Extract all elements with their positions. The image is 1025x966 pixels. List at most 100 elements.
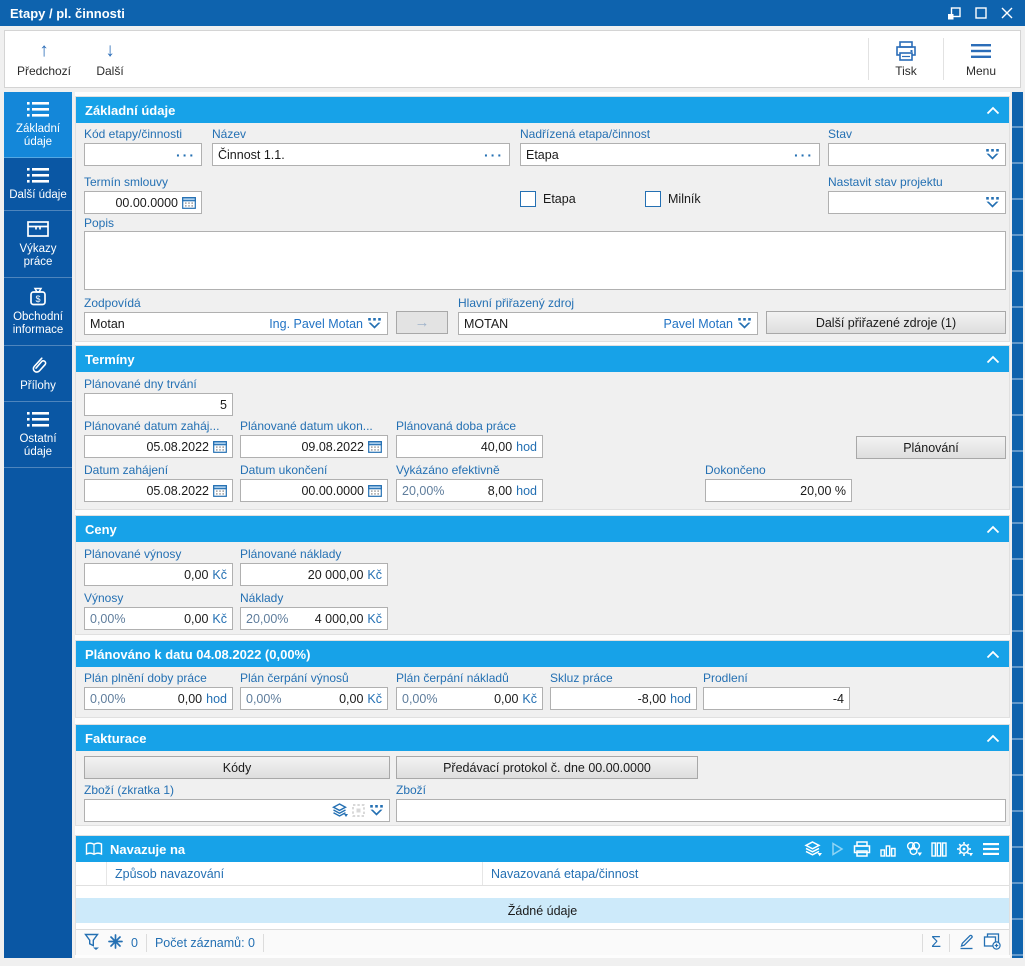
layers-icon[interactable] — [332, 803, 348, 818]
dashed-box-icon — [352, 804, 365, 817]
datum-zahajeni-input[interactable]: 05.08.2022 — [84, 479, 233, 502]
dropdown-icon[interactable] — [985, 196, 1000, 209]
plan-vynosy-input[interactable]: 0,00 Kč — [84, 563, 233, 586]
marked-count: 0 — [131, 935, 138, 950]
kody-button[interactable]: Kódy — [84, 756, 390, 779]
layers-icon[interactable] — [804, 841, 822, 857]
termin-smlouvy-label: Termín smlouvy — [84, 175, 169, 189]
collapse-icon[interactable] — [986, 525, 1000, 534]
dropdown-icon[interactable] — [367, 317, 382, 330]
kod-input[interactable] — [84, 143, 202, 166]
column-zpusob-navazovani[interactable]: Způsob navazování — [107, 862, 483, 885]
calendar-icon[interactable] — [213, 440, 227, 453]
copy-to-resource-button[interactable] — [396, 311, 448, 334]
book-icon — [85, 842, 103, 856]
columns-icon[interactable] — [931, 841, 947, 857]
main-content: Základní údaje Termíny Ceny Plánováno k … — [75, 92, 1010, 958]
collapse-icon[interactable] — [986, 355, 1000, 364]
close-icon[interactable] — [1001, 7, 1013, 19]
vynosy-field: 0,00% 0,00 Kč — [84, 607, 233, 630]
nazev-input[interactable]: Činnost 1.1. — [212, 143, 510, 166]
sidebar-item-ostatni-udaje[interactable]: Ostatní údaje — [4, 402, 72, 468]
stav-dropdown[interactable] — [828, 143, 1006, 166]
gear-icon[interactable] — [956, 841, 973, 857]
nastavit-stav-dropdown[interactable] — [828, 191, 1006, 214]
filter-icon[interactable] — [84, 933, 100, 953]
datum-ukonceni-input[interactable]: 00.00.0000 — [240, 479, 388, 502]
dokonceno-input[interactable]: 20,00 % — [705, 479, 852, 502]
popis-textarea[interactable] — [84, 231, 1006, 290]
list-icon — [27, 412, 49, 427]
datum-ukonceni-label: Datum ukončení — [240, 463, 328, 477]
zdroj-input[interactable]: MOTAN Pavel Motan — [458, 312, 758, 335]
etapa-checkbox[interactable] — [520, 191, 536, 207]
zbozi-zkratka-input[interactable] — [84, 799, 390, 822]
clover-icon[interactable] — [905, 841, 922, 857]
dropdown-icon[interactable] — [369, 804, 384, 817]
etapa-checkbox-label: Etapa — [543, 192, 576, 206]
ellipsis-button[interactable] — [484, 147, 504, 163]
next-button[interactable]: Další — [77, 33, 143, 85]
planovani-button[interactable]: Plánování — [856, 436, 1006, 459]
predavaci-protokol-button[interactable]: Předávací protokol č. dne 00.00.0000 — [396, 756, 698, 779]
collapse-icon[interactable] — [986, 650, 1000, 659]
print-icon[interactable] — [853, 841, 871, 857]
grid-menu-icon[interactable] — [982, 842, 1000, 856]
menu-button[interactable]: Menu — [948, 33, 1014, 85]
plan-naklady-input[interactable]: 20 000,00 Kč — [240, 563, 388, 586]
sidebar-item-dalsi-udaje[interactable]: Další údaje — [4, 158, 72, 211]
zbozi-input[interactable] — [396, 799, 1006, 822]
vertical-scrollbar[interactable] — [1012, 92, 1023, 958]
popup-window-icon[interactable] — [947, 6, 961, 20]
previous-button[interactable]: Předchozí — [11, 33, 77, 85]
section-title: Základní údaje — [85, 102, 176, 118]
plan-datum-zahajeni-input[interactable]: 05.08.2022 — [84, 435, 233, 458]
sidebar-item-zakladni-udaje[interactable]: Základní údaje — [4, 92, 72, 158]
milnik-checkbox[interactable] — [645, 191, 661, 207]
milnik-checkbox-row: Milník — [645, 191, 701, 207]
table-header-row: Způsob navazování Navazovaná etapa/činno… — [76, 862, 1009, 886]
plan-datum-ukonceni-label: Plánované datum ukon... — [240, 419, 373, 433]
ellipsis-button[interactable] — [176, 147, 196, 163]
maximize-icon[interactable] — [975, 7, 987, 19]
zdroj-label: Hlavní přiřazený zdroj — [458, 296, 575, 310]
plan-doba-prace-input[interactable]: 40,00 hod — [396, 435, 543, 458]
termin-smlouvy-input[interactable]: 00.00.0000 — [84, 191, 202, 214]
dropdown-icon[interactable] — [985, 148, 1000, 161]
column-navazovana-etapa[interactable]: Navazovaná etapa/činnost — [483, 862, 1009, 885]
plan-naklady-label: Plánované náklady — [240, 547, 342, 561]
calendar-icon[interactable] — [368, 484, 382, 497]
plan-vynosy-label: Plánované výnosy — [84, 547, 182, 561]
money-bag-icon: $ — [30, 287, 46, 306]
chart-icon[interactable] — [880, 842, 896, 857]
dny-trvani-input[interactable]: 5 — [84, 393, 233, 416]
nastavit-stav-label: Nastavit stav projektu — [828, 175, 943, 189]
zodpovida-input[interactable]: Motan Ing. Pavel Motan — [84, 312, 388, 335]
plan-doba-prace-label: Plánovaná doba práce — [396, 419, 517, 433]
nadrizena-input[interactable]: Etapa — [520, 143, 820, 166]
collapse-icon[interactable] — [986, 106, 1000, 115]
edit-icon[interactable] — [958, 933, 975, 953]
calendar-icon[interactable] — [213, 484, 227, 497]
ellipsis-button[interactable] — [794, 147, 814, 163]
zbozi-label: Zboží — [396, 783, 427, 797]
sidebar-item-prilohy[interactable]: Přílohy — [4, 346, 72, 402]
sidebar-item-vykazy-prace[interactable]: Výkazy práce — [4, 211, 72, 278]
collapse-icon[interactable] — [986, 734, 1000, 743]
calendar-icon[interactable] — [182, 196, 196, 209]
print-button[interactable]: Tisk — [873, 33, 939, 85]
dropdown-icon[interactable] — [737, 317, 752, 330]
zodpovida-person[interactable]: Ing. Pavel Motan — [269, 317, 363, 331]
sum-icon[interactable] — [931, 934, 941, 952]
calendar-icon[interactable] — [368, 440, 382, 453]
sidebar-item-obchodni-informace[interactable]: $ Obchodní informace — [4, 278, 72, 346]
marked-records-icon[interactable] — [108, 933, 123, 952]
zdroj-person[interactable]: Pavel Motan — [664, 317, 733, 331]
list-icon — [27, 102, 49, 117]
copy-icon[interactable] — [983, 932, 1001, 953]
prodleni-label: Prodlení — [703, 671, 748, 685]
skluz-prace-field: -8,00 hod — [550, 687, 697, 710]
plan-datum-ukonceni-input[interactable]: 09.08.2022 — [240, 435, 388, 458]
dalsi-zdroje-button[interactable]: Další přiřazené zdroje (1) — [766, 311, 1006, 334]
naklady-label: Náklady — [240, 591, 284, 605]
